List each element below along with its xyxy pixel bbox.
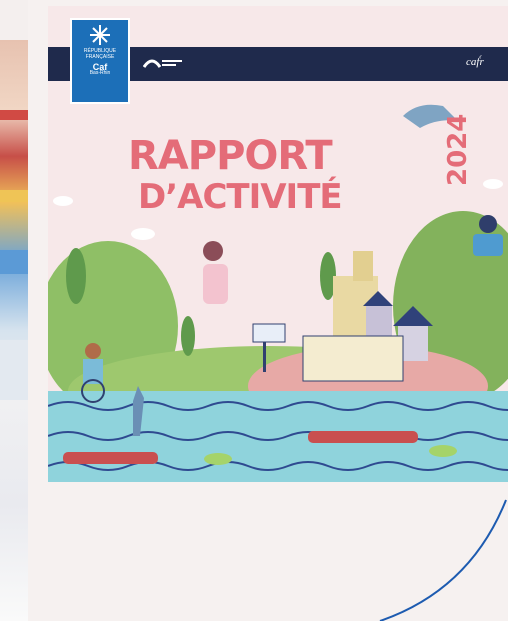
- decorative-arc: [379, 499, 507, 621]
